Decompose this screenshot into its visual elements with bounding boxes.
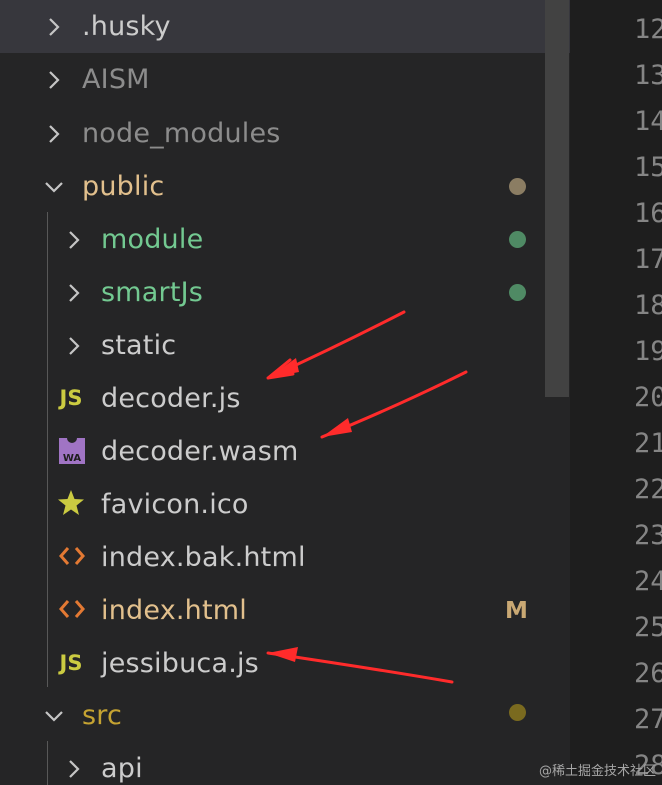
tree-item-label: src bbox=[82, 700, 123, 731]
tree-item-label: public bbox=[82, 171, 165, 202]
javascript-file-icon: JS bbox=[56, 383, 86, 413]
tree-item-label: smartJs bbox=[101, 277, 204, 308]
git-modified-badge: M bbox=[505, 597, 528, 624]
line-number: 24 bbox=[634, 566, 662, 597]
chevron-right-icon bbox=[40, 120, 68, 148]
line-number: 23 bbox=[634, 520, 662, 551]
line-number: 13 bbox=[634, 60, 662, 91]
tree-item-smartjs[interactable]: smartJs bbox=[0, 266, 570, 319]
line-number: 12 bbox=[634, 14, 662, 45]
chevron-right-icon bbox=[60, 332, 88, 360]
tree-item-label: module bbox=[101, 224, 204, 255]
tree-item-favicon[interactable]: favicon.ico bbox=[0, 478, 570, 531]
tree-item-src[interactable]: src bbox=[0, 689, 570, 742]
chevron-right-icon bbox=[60, 755, 88, 783]
html-file-icon bbox=[57, 541, 87, 571]
file-explorer: .husky AISM node_modules public module s… bbox=[0, 0, 570, 785]
chevron-down-icon bbox=[40, 173, 68, 201]
chevron-right-icon bbox=[60, 226, 88, 254]
tree-item-label: static bbox=[101, 330, 177, 361]
tree-item-static[interactable]: static bbox=[0, 319, 570, 372]
line-number: 21 bbox=[634, 428, 662, 459]
line-number: 22 bbox=[634, 474, 662, 505]
tree-item-label: favicon.ico bbox=[101, 489, 249, 520]
tree-item-label: decoder.wasm bbox=[101, 436, 299, 467]
tree-item-label: .husky bbox=[82, 11, 171, 42]
line-number: 15 bbox=[634, 152, 662, 183]
line-number: 27 bbox=[634, 704, 662, 735]
tree-item-label: jessibuca.js bbox=[101, 648, 259, 679]
tree-item-label: api bbox=[101, 753, 143, 784]
js-icon-text: JS bbox=[59, 651, 83, 675]
html-file-icon bbox=[57, 594, 87, 624]
chevron-right-icon bbox=[40, 13, 68, 41]
js-icon-text: JS bbox=[59, 386, 83, 410]
tree-item-public[interactable]: public bbox=[0, 160, 570, 213]
star-icon bbox=[56, 488, 86, 518]
tree-item-label: AISM bbox=[82, 64, 150, 95]
wasm-file-icon: WA bbox=[57, 436, 87, 466]
tree-item-jessibuca-js[interactable]: JS jessibuca.js bbox=[0, 637, 570, 690]
line-number: 18 bbox=[634, 290, 662, 321]
chevron-down-icon bbox=[40, 702, 68, 730]
explorer-scrollbar[interactable] bbox=[545, 0, 569, 397]
tree-item-husky[interactable]: .husky bbox=[0, 0, 570, 53]
tree-item-label: decoder.js bbox=[101, 383, 241, 414]
tree-item-decoder-wasm[interactable]: WA decoder.wasm bbox=[0, 425, 570, 478]
tree-item-index-bak-html[interactable]: index.bak.html bbox=[0, 531, 570, 584]
modified-dot bbox=[509, 178, 526, 195]
line-number: 19 bbox=[634, 336, 662, 367]
tree-item-label: index.bak.html bbox=[101, 542, 306, 573]
line-number: 14 bbox=[634, 106, 662, 137]
editor-line-numbers: 12 13 14 15 16 17 18 19 20 21 22 23 24 2… bbox=[570, 0, 662, 785]
chevron-right-icon bbox=[60, 279, 88, 307]
javascript-file-icon: JS bbox=[56, 648, 86, 678]
wasm-icon-text: WA bbox=[63, 453, 82, 464]
tree-item-label: index.html bbox=[101, 595, 247, 626]
tree-item-module[interactable]: module bbox=[0, 213, 570, 266]
untracked-dot bbox=[509, 231, 526, 248]
modified-dot bbox=[509, 704, 526, 721]
line-number: 26 bbox=[634, 658, 662, 689]
line-number: 17 bbox=[634, 244, 662, 275]
line-number: 20 bbox=[634, 382, 662, 413]
tree-item-aism[interactable]: AISM bbox=[0, 53, 570, 106]
tree-item-label: node_modules bbox=[82, 118, 281, 149]
untracked-dot bbox=[509, 284, 526, 301]
tree-item-decoder-js[interactable]: JS decoder.js bbox=[0, 372, 570, 425]
line-number: 16 bbox=[634, 198, 662, 229]
chevron-right-icon bbox=[40, 66, 68, 94]
tree-item-api[interactable]: api bbox=[0, 742, 570, 785]
tree-item-node-modules[interactable]: node_modules bbox=[0, 107, 570, 160]
line-number: 25 bbox=[634, 612, 662, 643]
tree-item-index-html[interactable]: index.html M bbox=[0, 584, 570, 637]
watermark: @稀土掘金技术社区 bbox=[538, 764, 656, 779]
